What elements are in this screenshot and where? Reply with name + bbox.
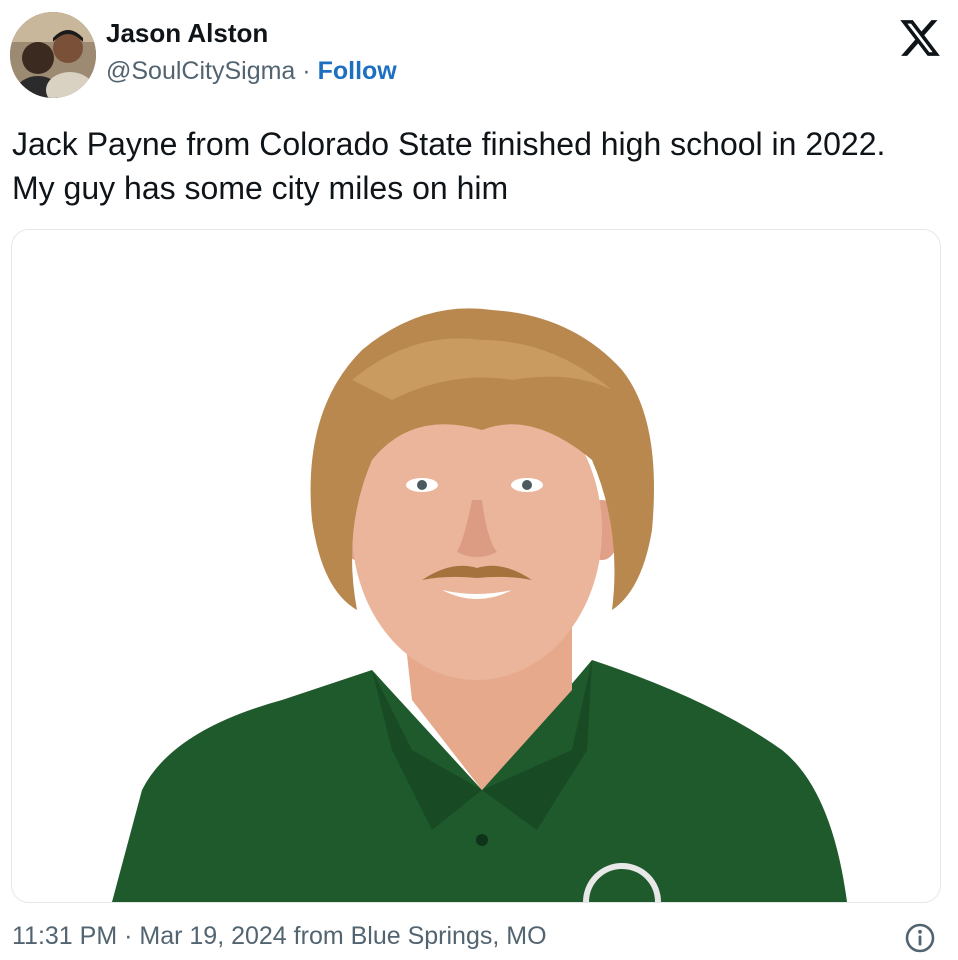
time-separator: · xyxy=(124,922,133,950)
author-avatar[interactable] xyxy=(10,12,96,98)
info-icon[interactable] xyxy=(904,922,936,954)
tweet-media[interactable] xyxy=(11,229,941,903)
author-handle[interactable]: @SoulCitySigma xyxy=(106,57,295,85)
tweet-date[interactable]: Mar 19, 2024 xyxy=(139,922,286,950)
author-block: Jason Alston @SoulCitySigma · Follow xyxy=(106,16,397,88)
tweet-header: Jason Alston @SoulCitySigma · Follow xyxy=(10,12,948,102)
avatar-image xyxy=(10,12,96,98)
tweet-time[interactable]: 11:31 PM xyxy=(12,922,117,950)
player-portrait-photo xyxy=(12,230,940,902)
handle-row: @SoulCitySigma · Follow xyxy=(106,54,397,88)
tweet-location: from Blue Springs, MO xyxy=(293,922,547,950)
handle-separator: · xyxy=(302,57,311,85)
tweet-text: Jack Payne from Colorado State finished … xyxy=(12,126,886,206)
x-logo-icon[interactable] xyxy=(898,16,942,60)
tweet-metadata: 11:31 PM · Mar 19, 2024 from Blue Spring… xyxy=(12,918,547,954)
author-display-name[interactable]: Jason Alston xyxy=(106,16,397,50)
follow-button[interactable]: Follow xyxy=(318,57,397,85)
